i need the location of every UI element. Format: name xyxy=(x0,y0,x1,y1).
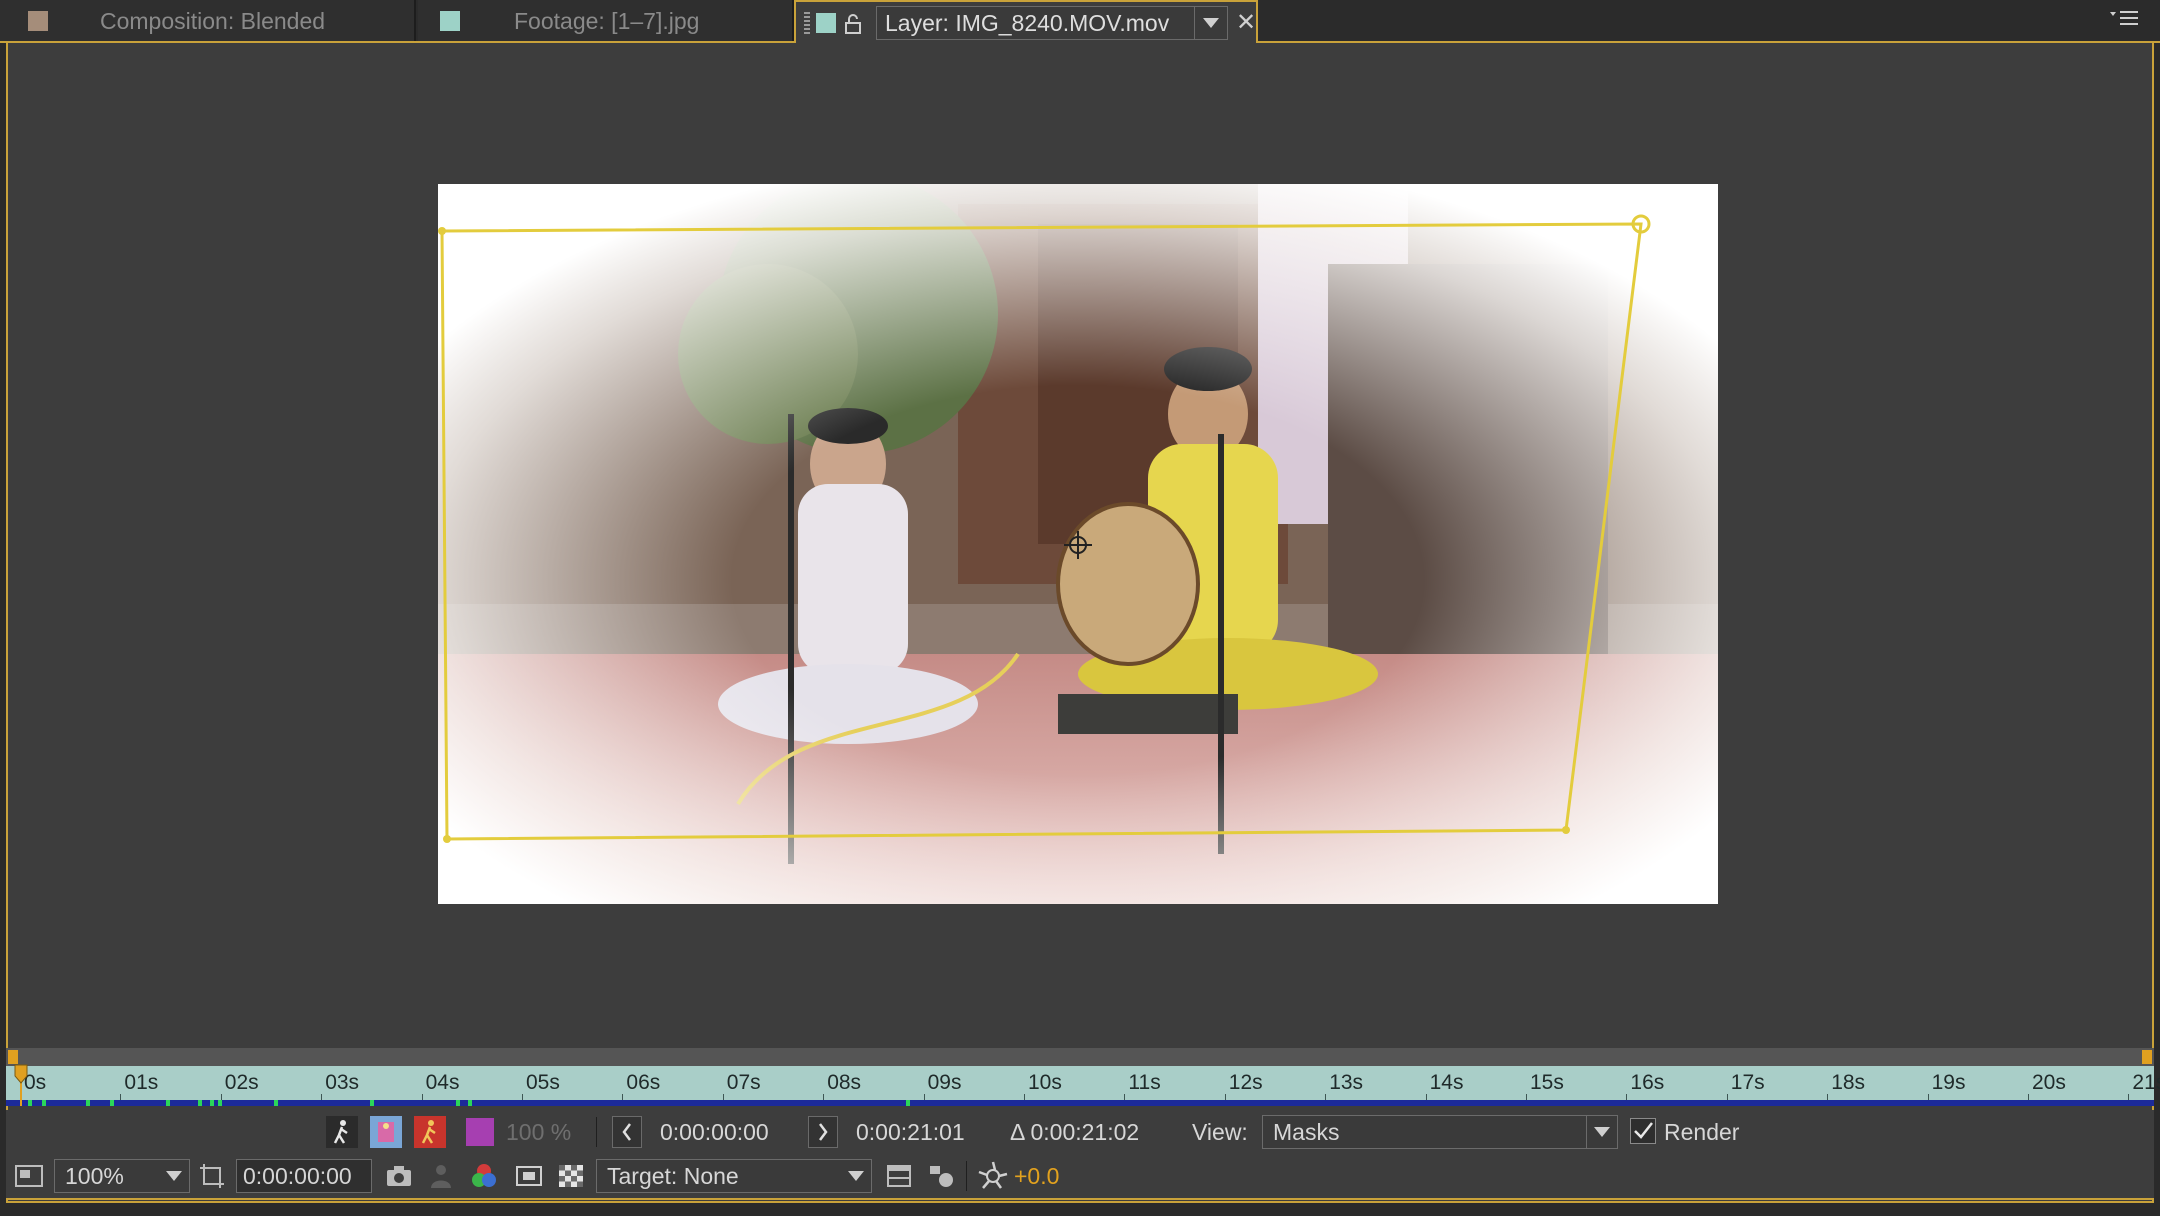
tab-composition[interactable]: Composition: Blended xyxy=(0,0,416,41)
out-point-time[interactable]: 0:00:21:01 xyxy=(856,1119,965,1146)
tab-layer[interactable]: Layer: IMG_8240.MOV.mov ✕ xyxy=(794,0,1258,43)
view-dropdown-value: Masks xyxy=(1273,1119,1340,1145)
tab-composition-label: Composition: Blended xyxy=(100,8,326,34)
transparency-grid-icon[interactable] xyxy=(556,1162,586,1190)
region-of-interest-icon[interactable] xyxy=(198,1162,228,1190)
ruler-tick-label: 21s xyxy=(2132,1071,2160,1094)
set-in-point-button[interactable] xyxy=(612,1116,642,1148)
zoom-dropdown[interactable]: 100% xyxy=(54,1159,190,1193)
ruler-tick-label: 07s xyxy=(726,1071,761,1094)
mask-vertex-handle[interactable] xyxy=(443,835,451,843)
layer-color-swatch xyxy=(816,13,836,33)
mask-vertex-handle[interactable] xyxy=(1562,826,1570,834)
ruler-tick-label: 12s xyxy=(1228,1071,1263,1094)
in-point-time[interactable]: 0:00:00:00 xyxy=(660,1119,769,1146)
color-swatch-icon[interactable] xyxy=(370,1116,402,1148)
time-ruler[interactable]: 0s 01s 02s 03s 04s 05s 06s 07s 08s 09s 10s 11s 12s 13… xyxy=(6,1066,2160,1102)
composition-color-swatch xyxy=(28,11,48,31)
playhead-handle[interactable] xyxy=(14,1064,28,1084)
ruler-tick-label: 08s xyxy=(827,1071,862,1094)
footage-color-swatch xyxy=(440,11,460,31)
work-area-bar[interactable] xyxy=(6,1048,2154,1066)
duration-value: Δ 0:00:21:02 xyxy=(1010,1119,1140,1145)
video-frame-image xyxy=(438,184,1718,904)
render-label: Render xyxy=(1664,1119,1740,1145)
close-icon[interactable]: ✕ xyxy=(1236,8,1256,37)
ruler-tick-label: 17s xyxy=(1730,1071,1765,1094)
ruler-tick-label: 05s xyxy=(526,1071,560,1094)
ruler-tick-label: 03s xyxy=(325,1071,360,1094)
ruler-tick-label: 20s xyxy=(2032,1071,2066,1094)
lock-icon[interactable] xyxy=(844,14,862,34)
ruler-tick-label: 02s xyxy=(224,1071,259,1094)
exposure-icon[interactable] xyxy=(976,1160,1010,1192)
layer-controls-row: 100 % 0:00:00:00 0:00:21:01 Δ 0:00:21:02… xyxy=(6,1110,2154,1154)
panel-tab-bar: Composition: Blended Footage: [1–7].jpg … xyxy=(0,0,2160,43)
opacity-value[interactable]: 100 % xyxy=(506,1119,571,1146)
tab-footage[interactable]: Footage: [1–7].jpg xyxy=(418,0,794,41)
chevron-down-icon[interactable] xyxy=(1194,7,1227,39)
ruler-tick-label: 13s xyxy=(1329,1071,1364,1094)
ruler-tick-label: 09s xyxy=(927,1071,962,1094)
ruler-tick-label: 16s xyxy=(1630,1071,1665,1094)
tab-layer-label: Layer: IMG_8240.MOV.mov xyxy=(885,10,1170,36)
current-time-field[interactable]: 0:00:00:00 xyxy=(236,1159,372,1193)
grip-icon[interactable] xyxy=(804,12,810,34)
channels-icon[interactable] xyxy=(468,1161,500,1191)
camera-icon[interactable] xyxy=(384,1162,414,1190)
ruler-tick-label: 18s xyxy=(1831,1071,1866,1094)
view-label: View: xyxy=(1192,1119,1248,1145)
walk-icon[interactable] xyxy=(326,1116,358,1148)
layer-select-dropdown[interactable]: Layer: IMG_8240.MOV.mov xyxy=(876,6,1228,40)
ruler-tick-label: 15s xyxy=(1530,1071,1564,1094)
show-snapshot-icon[interactable] xyxy=(428,1162,454,1190)
target-value: Target: None xyxy=(607,1163,739,1189)
person-highlight-icon[interactable] xyxy=(414,1116,446,1148)
target-dropdown[interactable]: Target: None xyxy=(596,1159,872,1193)
panel-menu-icon[interactable] xyxy=(2108,8,2140,32)
mask-vertex-handle[interactable] xyxy=(438,227,446,235)
work-area-end-handle[interactable] xyxy=(2142,1050,2152,1064)
timeline-icon[interactable] xyxy=(884,1162,914,1190)
ruler-tick-label: 04s xyxy=(425,1071,460,1094)
flowchart-icon[interactable] xyxy=(926,1162,956,1190)
viewer-controls-row: 100% 0:00:00:00 Target: None +0.0 xyxy=(6,1154,2154,1200)
set-out-point-button[interactable] xyxy=(808,1116,838,1148)
work-area-start-handle[interactable] xyxy=(8,1050,18,1064)
toggle-mask-visibility-icon[interactable] xyxy=(514,1162,544,1190)
render-checkbox[interactable] xyxy=(1630,1118,1656,1144)
chevron-down-icon[interactable] xyxy=(841,1160,871,1192)
label-color-swatch[interactable] xyxy=(466,1118,494,1146)
zoom-value: 100% xyxy=(65,1163,124,1189)
footage-frame[interactable] xyxy=(438,184,1718,904)
chevron-down-icon[interactable] xyxy=(1586,1116,1617,1148)
view-dropdown[interactable]: Masks xyxy=(1262,1115,1618,1149)
cache-indicator-bar xyxy=(6,1100,2154,1106)
ruler-tick-label: 01s xyxy=(124,1071,159,1094)
ruler-tick-label: 11s xyxy=(1128,1071,1161,1094)
ruler-tick-label: 19s xyxy=(1931,1071,1966,1094)
ruler-tick-label: 14s xyxy=(1429,1071,1464,1094)
chevron-down-icon[interactable] xyxy=(159,1160,189,1192)
tab-footage-label: Footage: [1–7].jpg xyxy=(514,8,700,34)
ruler-tick-label: 06s xyxy=(626,1071,661,1094)
exposure-value[interactable]: +0.0 xyxy=(1014,1163,1059,1190)
ruler-tick-label: 10s xyxy=(1028,1071,1062,1094)
always-preview-icon[interactable] xyxy=(14,1162,44,1190)
